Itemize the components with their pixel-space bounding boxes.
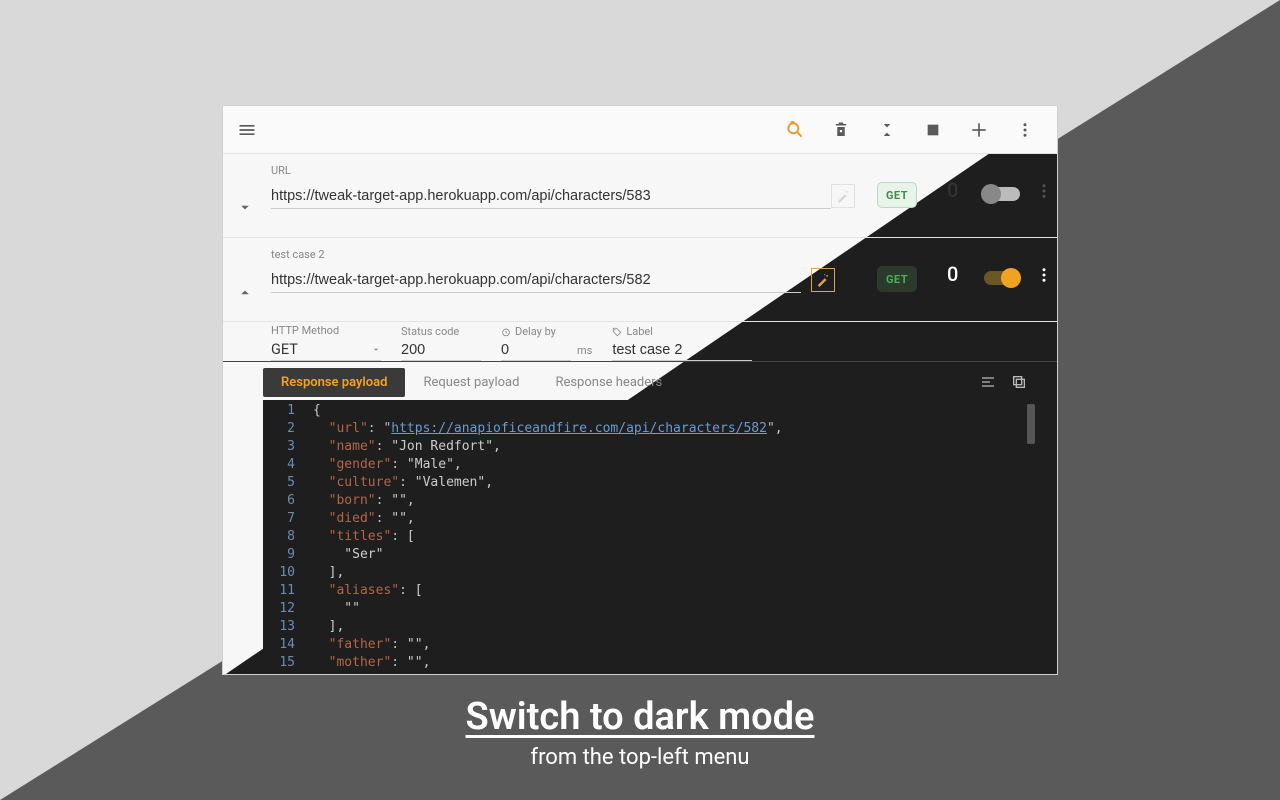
row-title-label: URL: [271, 164, 291, 177]
delay-input[interactable]: [501, 340, 571, 361]
copy-icon[interactable]: [1011, 374, 1027, 390]
http-method-value: GET: [271, 341, 298, 358]
delay-label: Delay by: [501, 325, 571, 338]
code-lines: { "url": "https://anapioficeandfire.com/…: [313, 402, 1023, 674]
autofill-button[interactable]: [811, 268, 835, 292]
url-input[interactable]: [271, 184, 831, 209]
http-method-select[interactable]: GET: [271, 339, 381, 361]
add-icon[interactable]: [969, 120, 989, 140]
menu-button[interactable]: [223, 106, 271, 154]
rule-row: test case 2 GET 0: [223, 238, 1057, 322]
expand-button[interactable]: [233, 196, 257, 220]
status-code-input[interactable]: [401, 340, 481, 361]
rule-row: URL GET 0: [223, 154, 1057, 238]
row-more-icon[interactable]: [1035, 182, 1053, 200]
menu-icon: [237, 120, 257, 140]
tab-response-headers[interactable]: Response headers: [537, 368, 680, 397]
caption-subtitle: from the top-left menu: [0, 745, 1280, 770]
caption-title: Switch to dark mode: [0, 695, 1280, 739]
stop-icon[interactable]: [923, 120, 943, 140]
delay-unit: ms: [577, 344, 592, 357]
label-label: Label: [612, 325, 752, 338]
tabs: Response payload Request payload Respons…: [263, 366, 1027, 398]
rule-details: HTTP Method GET Status code Delay by ms …: [223, 322, 1057, 362]
http-method-label: HTTP Method: [271, 324, 381, 337]
search-icon[interactable]: [785, 120, 805, 140]
method-pill[interactable]: GET: [877, 182, 917, 208]
enable-toggle[interactable]: [981, 184, 1023, 204]
label-input[interactable]: [612, 340, 752, 361]
more-vert-icon[interactable]: [1015, 120, 1035, 140]
row-title-label: test case 2: [271, 248, 325, 261]
gutter: 12345678910111213141516: [263, 400, 305, 674]
tab-response-payload[interactable]: Response payload: [263, 368, 405, 397]
method-pill[interactable]: GET: [877, 266, 917, 292]
collapse-vert-icon[interactable]: [877, 120, 897, 140]
caption: Switch to dark mode from the top-left me…: [0, 695, 1280, 770]
format-icon[interactable]: [979, 374, 997, 390]
status-code-label: Status code: [401, 325, 481, 338]
tab-request-payload[interactable]: Request payload: [405, 368, 537, 397]
autofill-button[interactable]: [831, 184, 855, 208]
url-input[interactable]: [271, 268, 801, 293]
scrollbar[interactable]: [1025, 400, 1037, 674]
hit-count: 0: [947, 178, 958, 202]
row-more-icon[interactable]: [1035, 266, 1053, 284]
hit-count: 0: [947, 262, 958, 286]
app-panel: URL GET 0 test case 2: [222, 105, 1058, 675]
trash-icon[interactable]: [831, 120, 851, 140]
collapse-button[interactable]: [233, 280, 257, 304]
toolbar: [223, 106, 1057, 154]
code-editor[interactable]: 12345678910111213141516 { "url": "https:…: [263, 400, 1037, 674]
enable-toggle[interactable]: [981, 268, 1023, 288]
